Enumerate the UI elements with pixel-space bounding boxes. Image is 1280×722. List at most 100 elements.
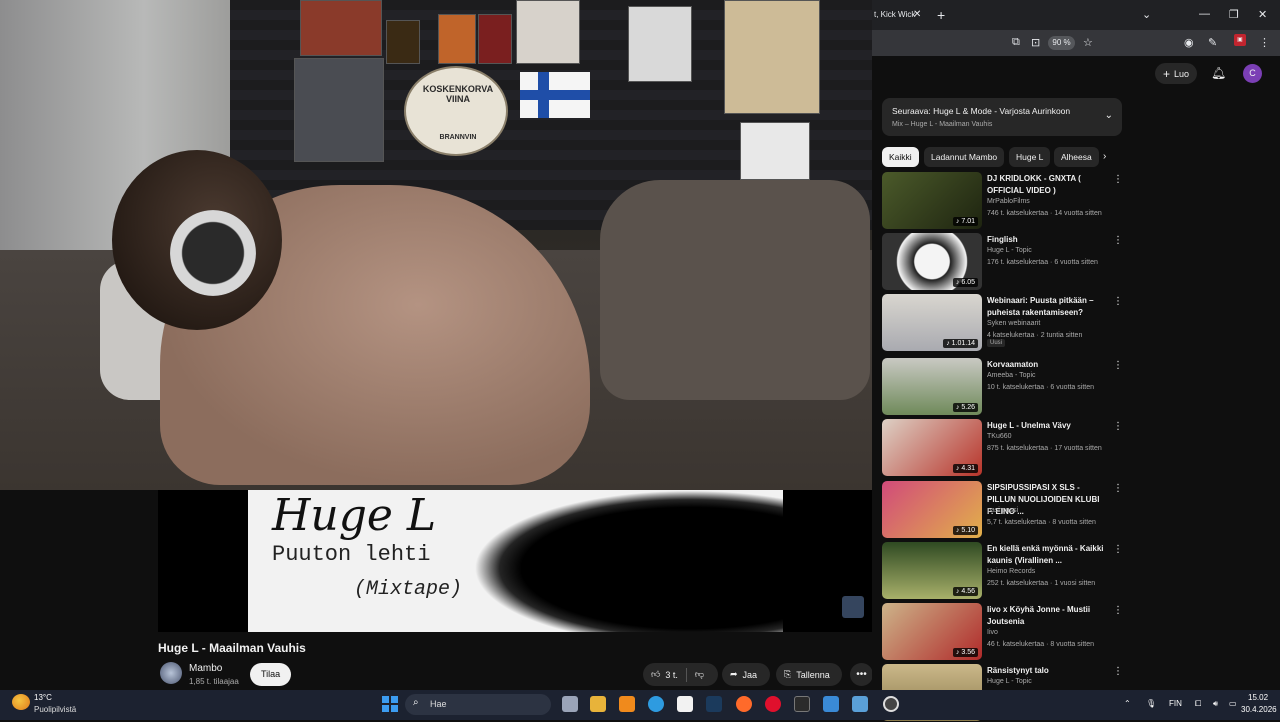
recommendation-channel[interactable]: Huge L - Topic	[987, 678, 1032, 685]
edge-icon[interactable]	[648, 696, 664, 712]
recommendation-menu-icon[interactable]: ⋮	[1113, 483, 1123, 494]
video-player[interactable]: Huge L Puuton lehti (Mixtape)	[158, 490, 872, 632]
create-button[interactable]: + Luo	[1155, 63, 1197, 84]
recommendation-menu-icon[interactable]: ⋮	[1113, 174, 1123, 185]
bookmark-star-icon[interactable]: ☆	[1083, 36, 1093, 49]
expand-chevron-icon[interactable]: ⌄	[1105, 110, 1113, 121]
tray-overflow-chevron-icon[interactable]: ⌃	[1124, 699, 1131, 708]
recommendation-channel[interactable]: Ameeba - Topic	[987, 372, 1036, 379]
terminal-icon[interactable]	[794, 696, 810, 712]
recommendation-item[interactable]: ♪ 6.05 Finglish Huge L - Topic 176 t. katse…	[882, 233, 1123, 291]
recommendation-channel[interactable]: Syken webinaarit	[987, 320, 1040, 327]
save-button[interactable]: ⎘ Tallenna	[776, 663, 842, 686]
taskbar-search-box[interactable]	[405, 694, 551, 715]
chrome-icon[interactable]	[883, 696, 899, 712]
recommendation-thumbnail[interactable]: ♪ 6.05	[882, 233, 982, 290]
dislike-button[interactable]: 👎︎	[687, 663, 712, 686]
steam-icon[interactable]	[706, 696, 722, 712]
tab-close-icon[interactable]: ✕	[913, 9, 921, 20]
recommendation-channel[interactable]: Heimo Records	[987, 568, 1035, 575]
recommendation-menu-icon[interactable]: ⋮	[1113, 666, 1123, 677]
recommendation-thumbnail[interactable]: ♪ 4.31	[882, 419, 982, 476]
recommendation-title[interactable]: Webinaari: Puusta pitkään – puheista rak…	[987, 295, 1107, 319]
recommendation-menu-icon[interactable]: ⋮	[1113, 421, 1123, 432]
weather-description[interactable]: Puolipilvistä	[34, 705, 76, 714]
recommendation-channel[interactable]: Huge L - Topic	[987, 247, 1032, 254]
recommendation-menu-icon[interactable]: ⋮	[1113, 605, 1123, 616]
chip-uploaded-by-mambo[interactable]: Ladannut Mambo	[924, 147, 1005, 167]
recommendation-menu-icon[interactable]: ⋮	[1113, 544, 1123, 555]
recommendation-title[interactable]: Korvaamaton	[987, 359, 1107, 371]
chips-next-arrow-icon[interactable]: ›	[1103, 151, 1106, 162]
minimize-icon[interactable]: —	[1199, 8, 1210, 20]
recommendation-thumbnail[interactable]: ♪ 5.10	[882, 481, 982, 538]
recommendation-channel[interactable]: TKu660	[987, 433, 1012, 440]
recommendation-menu-icon[interactable]: ⋮	[1113, 360, 1123, 371]
clock-date[interactable]: 30.4.2026	[1241, 705, 1277, 714]
clock-time[interactable]: 15.02	[1248, 693, 1268, 702]
recommendation-menu-icon[interactable]: ⋮	[1113, 235, 1123, 246]
recommendation-item[interactable]: ♪ 5.10 SIPSIPUSSIPASI X SLS - PILLUN NUOL…	[882, 481, 1123, 539]
chip-huge-l[interactable]: Huge L	[1009, 147, 1051, 167]
recommendation-title[interactable]: Iivo x Köyhä Jonne - Mustii Joutsenia	[987, 604, 1107, 628]
network-icon[interactable]: ⧠	[1195, 699, 1201, 709]
channel-name[interactable]: Mambo	[189, 663, 222, 674]
microphone-icon[interactable]: 🎙︎	[1146, 699, 1156, 708]
firefox-icon[interactable]	[736, 696, 752, 712]
recommendation-channel[interactable]: pasi pussi	[987, 507, 1018, 514]
close-window-icon[interactable]: ✕	[1258, 8, 1267, 21]
recommendation-title[interactable]: Finglish	[987, 234, 1107, 246]
new-tab-icon[interactable]: +	[937, 7, 945, 23]
weather-sun-cloud-icon[interactable]	[12, 694, 30, 710]
browser-tab[interactable]: t, Kick Wick	[872, 4, 932, 30]
notifications-bell-icon[interactable]: 🔔︎	[1211, 66, 1226, 80]
volume-icon[interactable]: 🔊︎	[1213, 699, 1218, 709]
recommendation-menu-icon[interactable]: ⋮	[1113, 296, 1123, 307]
zoom-indicator[interactable]: 90 %	[1048, 36, 1075, 50]
recommendation-thumbnail[interactable]: ♪ 3.56	[882, 603, 982, 660]
windows-start-icon[interactable]	[382, 696, 398, 712]
recommendation-item[interactable]: ♪ 5.26 Korvaamaton Ameeba - Topic 10 t. kat…	[882, 358, 1123, 416]
task-view-icon[interactable]	[562, 696, 578, 712]
chip-all[interactable]: Kaikki	[882, 147, 919, 167]
recommendation-channel[interactable]: MrPabloFilms	[987, 198, 1030, 205]
recommendation-thumbnail[interactable]: ♪ 4.56	[882, 542, 982, 599]
recommendation-item[interactable]: ♪ 3.56 Iivo x Köyhä Jonne - Mustii Joutse…	[882, 603, 1123, 661]
language-indicator[interactable]: FIN	[1169, 699, 1182, 708]
install-app-icon[interactable]: ⧉	[1012, 36, 1020, 49]
app-window-icon[interactable]	[852, 696, 868, 712]
more-actions-button[interactable]: •••	[850, 663, 873, 686]
channel-watermark-icon[interactable]	[842, 596, 864, 618]
recommendation-channel[interactable]: Iivo	[987, 629, 998, 636]
opera-icon[interactable]	[765, 696, 781, 712]
recommendation-thumbnail[interactable]: ♪ 1.01.14	[882, 294, 982, 351]
menu-icon[interactable]: ⋮	[1259, 36, 1270, 49]
recommendation-title[interactable]: DJ KRIDLOKK - GNXTA ( OFFICIAL VIDEO )	[987, 173, 1107, 197]
recommendation-thumbnail[interactable]: ♪ 7.01	[882, 172, 982, 229]
user-avatar[interactable]: C	[1243, 64, 1262, 83]
like-button[interactable]: 👍︎ 3 t.	[643, 663, 686, 686]
vlc-icon[interactable]	[619, 696, 635, 712]
profile-icon[interactable]: ◉	[1184, 36, 1194, 49]
recommendation-item[interactable]: ♪ 4.31 Huge L - Unelma Vävy TKu660 875 t. k…	[882, 419, 1123, 477]
extensions-icon[interactable]: ✎	[1208, 36, 1217, 49]
channel-avatar[interactable]	[160, 662, 182, 684]
screenshot-icon[interactable]: ⊡	[1031, 36, 1040, 49]
extension-badge-icon[interactable]: ▣	[1234, 34, 1246, 46]
recommendation-title[interactable]: Huge L - Unelma Vävy	[987, 420, 1107, 432]
photo-editor-icon[interactable]	[823, 696, 839, 712]
recommendation-thumbnail[interactable]: ♪ 5.26	[882, 358, 982, 415]
recommendation-title[interactable]: En kiellä enkä myönnä - Kaikki kaunis (V…	[987, 543, 1107, 567]
microsoft-store-icon[interactable]	[677, 696, 693, 712]
chip-alheesa[interactable]: Alheesa	[1054, 147, 1099, 167]
tab-list-chevron-icon[interactable]: ⌄	[1142, 8, 1151, 21]
weather-temperature[interactable]: 13°C	[34, 693, 52, 702]
recommendation-item[interactable]: ♪ 7.01 DJ KRIDLOKK - GNXTA ( OFFICIAL VID…	[882, 172, 1123, 230]
recommendation-title[interactable]: Ränsistynyt talo	[987, 665, 1107, 677]
file-explorer-icon[interactable]	[590, 696, 606, 712]
subscribe-button[interactable]: Tilaa	[250, 663, 292, 686]
mix-queue-panel[interactable]: Seuraava: Huge L & Mode - Varjosta Aurin…	[882, 98, 1122, 136]
recommendation-item[interactable]: ♪ 4.56 En kiellä enkä myönnä - Kaikki kau…	[882, 542, 1123, 600]
maximize-icon[interactable]: ❐	[1229, 8, 1239, 21]
recommendation-item[interactable]: ♪ 1.01.14 Webinaari: Puusta pitkään – puh…	[882, 294, 1123, 352]
